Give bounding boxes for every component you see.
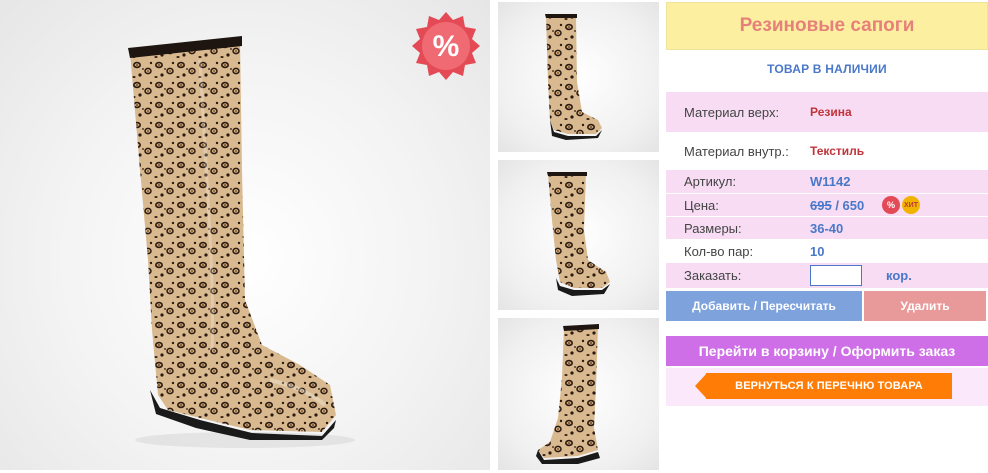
spec-label: Материал внутр.: <box>684 143 789 159</box>
boot-thumbnail-image <box>536 324 600 464</box>
price-old: 695 <box>810 197 832 213</box>
spec-row-price: Цена: 695 / 650 % ХИТ <box>666 194 988 216</box>
order-quantity-input[interactable] <box>810 265 862 286</box>
spec-label: Кол-во пар: <box>684 244 754 259</box>
boot-thumbnail-image <box>545 14 602 140</box>
add-recalculate-button[interactable]: Добавить / Пересчитать <box>666 291 862 321</box>
sale-badge-icon: % <box>412 12 480 80</box>
order-unit: кор. <box>886 268 912 283</box>
sale-badge-symbol: % <box>433 30 460 63</box>
price-separator: / <box>831 197 843 213</box>
spec-label: Материал верх: <box>684 104 780 120</box>
price-value: 695 / 650 <box>810 198 864 213</box>
spec-value: 36-40 <box>810 220 844 236</box>
spec-label: Цена: <box>684 197 719 213</box>
main-product-image[interactable]: % <box>0 0 490 470</box>
go-to-cart-button[interactable]: Перейти в корзину / Оформить заказ <box>666 336 988 366</box>
delete-button[interactable]: Удалить <box>864 291 986 321</box>
discount-badge-icon: % <box>882 196 900 214</box>
hit-badge-icon: ХИТ <box>902 196 920 214</box>
thumbnail-3[interactable] <box>498 318 659 470</box>
spec-value: 10 <box>810 244 825 259</box>
spec-value: Резина <box>810 105 852 119</box>
spec-value: W1142 <box>810 174 851 189</box>
thumbnail-2[interactable] <box>498 160 659 310</box>
thumbnail-1[interactable] <box>498 2 659 152</box>
price-new: 650 <box>842 197 865 213</box>
spec-row-material-inner: Материал внутр.: Текстиль <box>666 132 988 170</box>
spec-label: Заказать: <box>684 268 742 283</box>
spec-row-material-top: Материал верх: Резина <box>666 92 988 132</box>
spec-label: Артикул: <box>684 174 737 189</box>
spec-row-article: Артикул: W1142 <box>666 170 988 193</box>
spec-label: Размеры: <box>684 220 742 236</box>
stock-status: ТОВАР В НАЛИЧИИ <box>767 62 887 76</box>
back-to-list-button[interactable]: ВЕРНУТЬСЯ К ПЕРЕЧНЮ ТОВАРА <box>706 373 952 399</box>
spec-value: Текстиль <box>810 144 865 158</box>
product-title: Резиновые сапоги <box>666 2 988 50</box>
spec-row-pairs: Кол-во пар: 10 <box>666 240 988 263</box>
boot-thumbnail-image <box>547 172 610 296</box>
spec-row-sizes: Размеры: 36-40 <box>666 217 988 239</box>
